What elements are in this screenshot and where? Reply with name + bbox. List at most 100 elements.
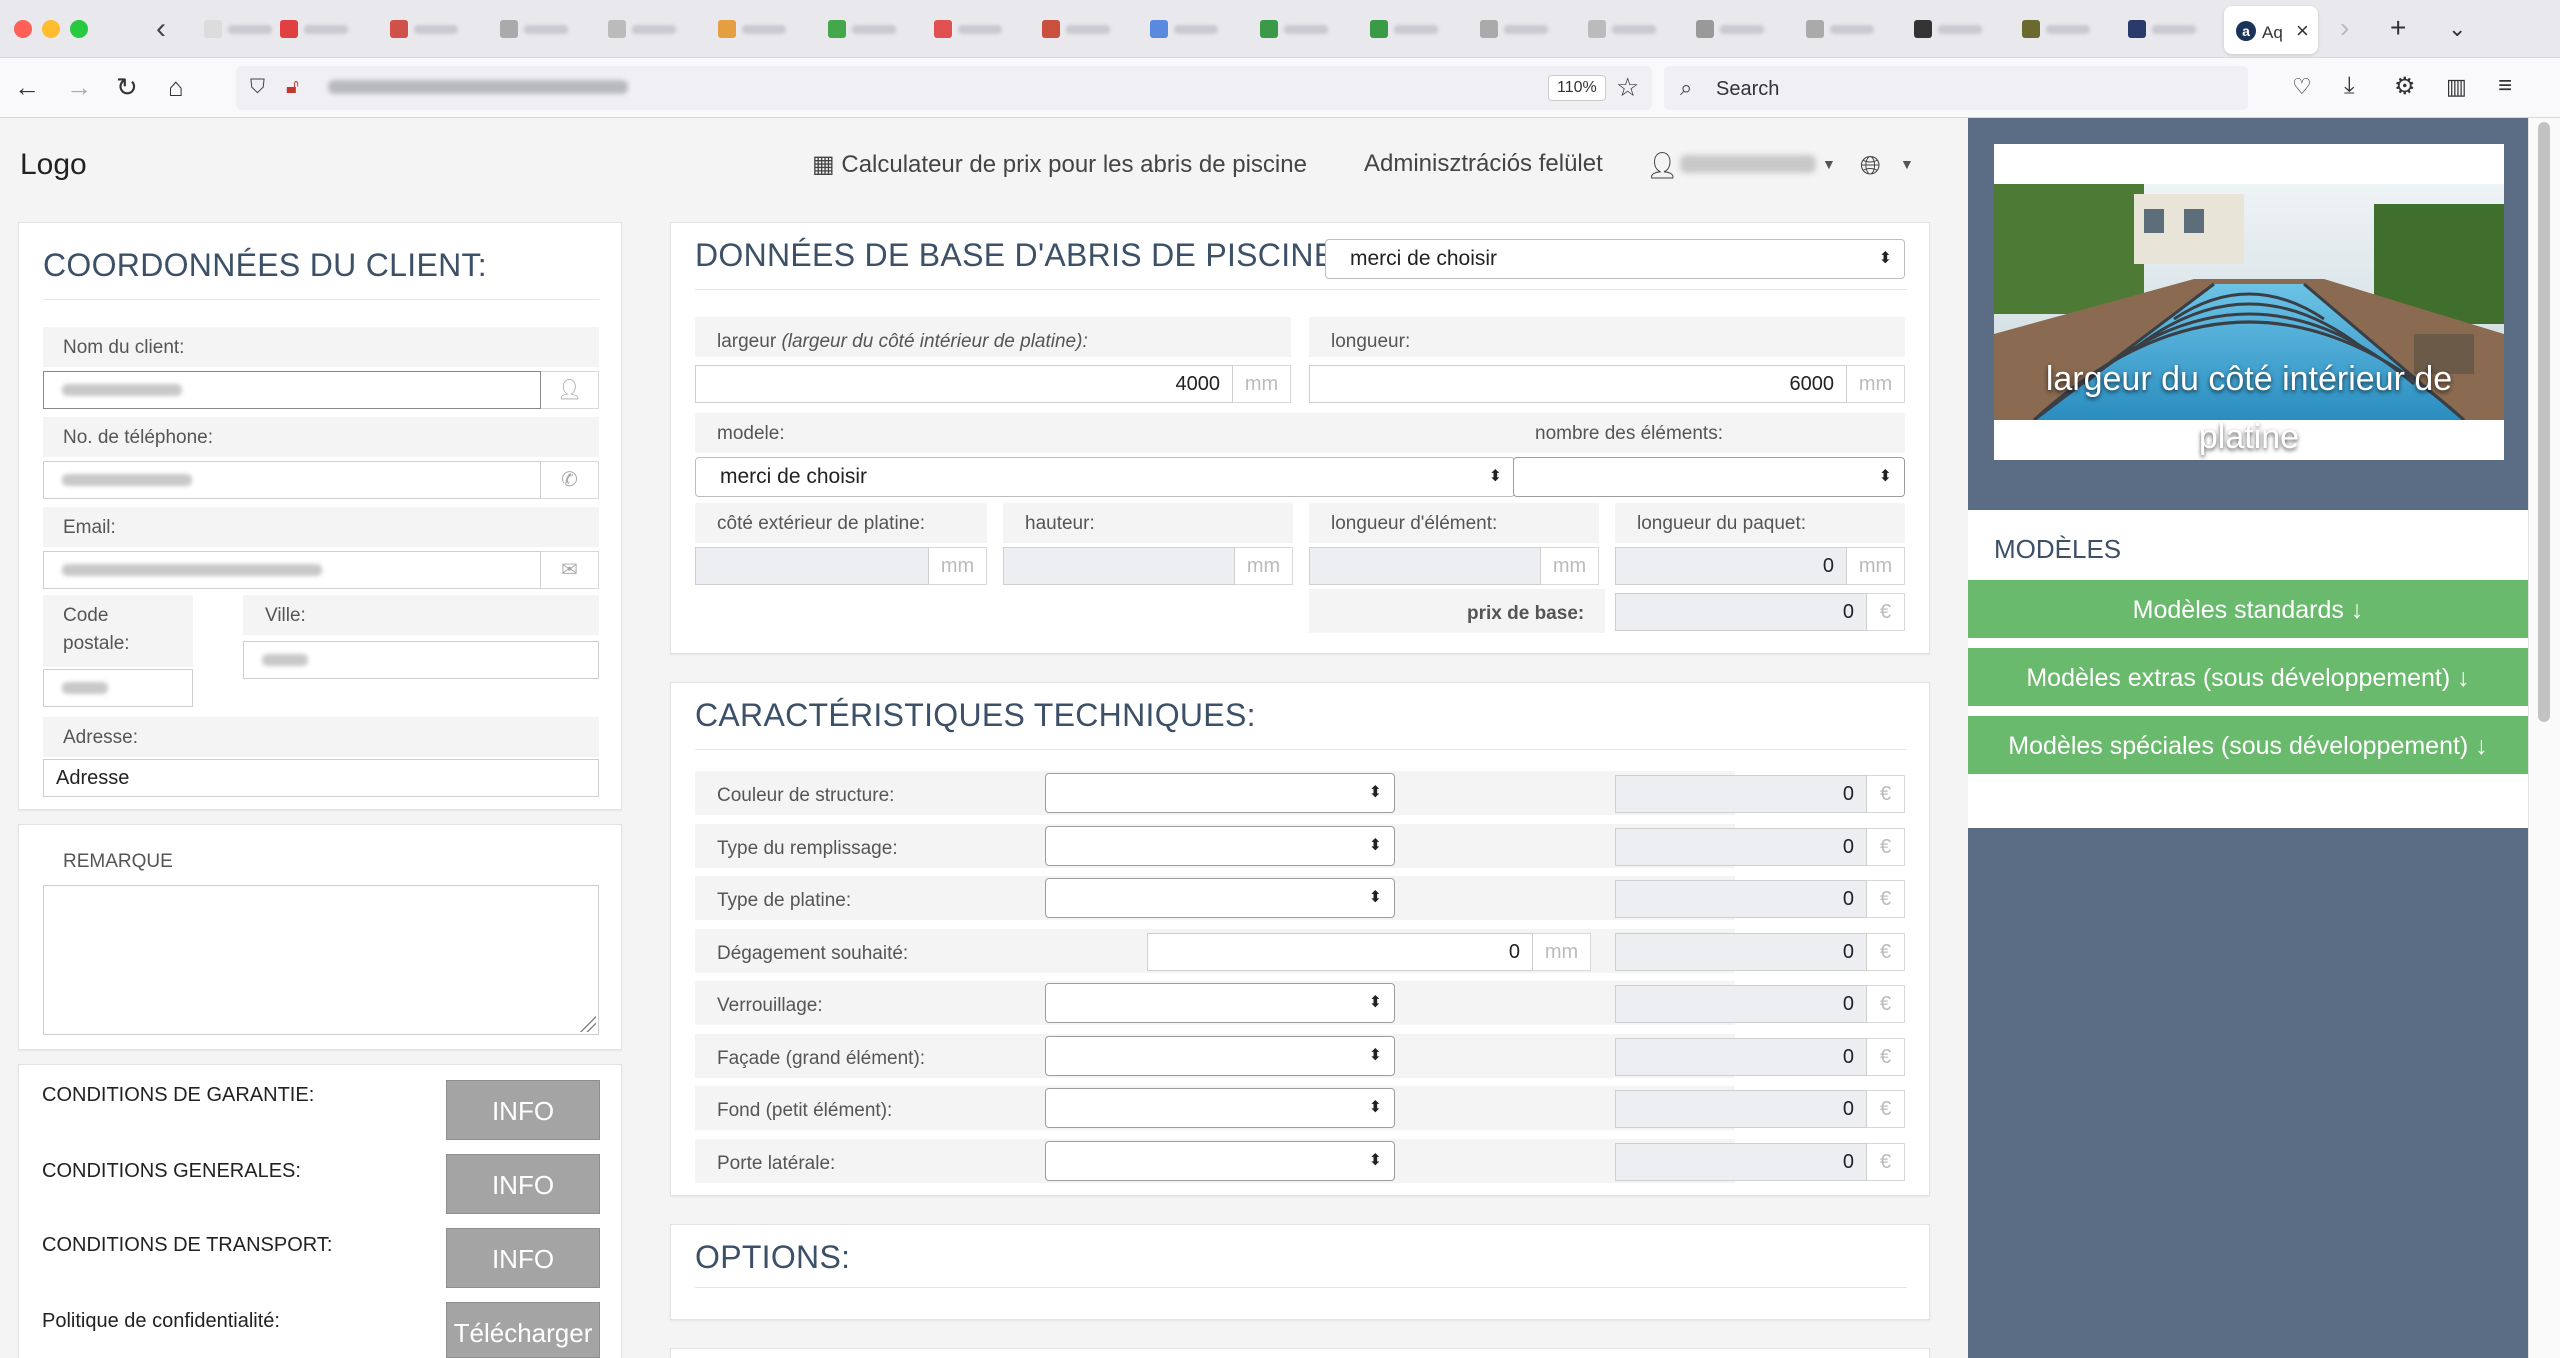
phone-icon: ✆ [541, 461, 599, 499]
browser-tab[interactable] [820, 12, 916, 46]
browser-tab[interactable] [710, 12, 806, 46]
browser-tab[interactable] [1688, 12, 1784, 46]
tab-scroll-right-icon[interactable]: › [2340, 12, 2349, 44]
address-input[interactable]: Adresse [43, 759, 599, 797]
tech-row-select[interactable]: ⬍ [1045, 878, 1395, 918]
extra-models-button[interactable]: Modèles extras (sous développement) ↓ [1968, 648, 2528, 708]
length-input[interactable]: 6000 [1309, 365, 1847, 403]
browser-tab[interactable] [1034, 12, 1130, 46]
standard-models-button[interactable]: Modèles standards ↓ [1968, 580, 2528, 640]
page-scrollbar[interactable] [2528, 118, 2560, 1358]
base-type-select[interactable]: merci de choisir ⬍ [1325, 239, 1905, 279]
warranty-info-button[interactable]: INFO [446, 1080, 600, 1140]
elements-label: nombre des éléments: [1535, 423, 1723, 444]
remark-textarea[interactable] [43, 885, 599, 1035]
tech-row-price: 0 [1615, 1142, 1867, 1181]
home-icon[interactable]: ⌂ [168, 72, 184, 103]
lock-warning-icon[interactable]: 🔓︎ [286, 76, 299, 99]
close-tab-icon[interactable]: × [2296, 18, 2309, 44]
downloads-icon[interactable]: ⤓ [2344, 72, 2355, 100]
image-caption: largeur du côté intérieur de platine [2045, 360, 2453, 456]
bookmark-star-icon[interactable]: ☆ [1616, 72, 1639, 103]
browser-search-box[interactable]: ⌕ Search [1664, 66, 2248, 110]
browser-tab[interactable] [492, 12, 588, 46]
browser-tab[interactable] [1252, 12, 1348, 46]
globe-language-icon[interactable]: 🌐︎ [1860, 150, 1881, 182]
language-caret-icon[interactable]: ▼ [1900, 156, 1914, 172]
width-input[interactable]: 4000 [695, 365, 1233, 403]
back-arrow-icon[interactable]: ← [14, 72, 40, 103]
width-unit: mm [1233, 365, 1291, 403]
nav-calculator-link[interactable]: ▦ Calculateur de prix pour les abris de … [812, 150, 1307, 179]
browser-tab[interactable] [926, 12, 1022, 46]
general-conditions-label: CONDITIONS GENERALES: [42, 1160, 301, 1182]
privacy-download-button[interactable]: Télécharger [446, 1302, 600, 1358]
close-window-button[interactable] [14, 20, 32, 38]
user-icon[interactable]: 👤︎ [1646, 150, 1679, 181]
model-select[interactable]: merci de choisir ⬍ [695, 457, 1515, 497]
pocket-icon[interactable]: ♡ [2292, 74, 2312, 100]
hamburger-menu-icon[interactable]: ≡ [2498, 72, 2512, 100]
height-unit: mm [1235, 547, 1293, 585]
tech-row-select[interactable]: ⬍ [1045, 773, 1395, 813]
browser-tab[interactable] [2014, 12, 2110, 46]
package-length-input: 0 [1615, 547, 1847, 585]
browser-tab[interactable] [272, 12, 368, 46]
tab-list-chevron-down-icon[interactable]: ⌄ [2448, 16, 2466, 42]
phone-input[interactable] [43, 461, 541, 499]
user-menu-caret-icon[interactable]: ▼ [1822, 156, 1836, 172]
browser-tab[interactable] [1142, 12, 1238, 46]
browser-tab[interactable] [382, 12, 478, 46]
new-tab-icon[interactable]: + [2390, 12, 2406, 44]
site-logo[interactable]: Logo [20, 148, 87, 182]
special-models-button[interactable]: Modèles spéciales (sous développement) ↓ [1968, 716, 2528, 776]
tech-panel: CARACTÉRISTIQUES TECHNIQUES: Couleur de … [670, 682, 1930, 1196]
tech-row-price: 0 [1615, 932, 1867, 971]
browser-tab[interactable] [1798, 12, 1894, 46]
tab-scroll-left-icon[interactable]: ‹ [156, 12, 166, 46]
active-browser-tab[interactable]: a Aq × [2224, 6, 2318, 54]
element-length-label: longueur d'élément: [1331, 513, 1498, 534]
scrollbar-thumb[interactable] [2538, 122, 2550, 722]
select-arrows-icon: ⬍ [1368, 889, 1382, 906]
search-placeholder: Search [1716, 78, 1780, 100]
city-input[interactable] [243, 641, 599, 679]
tech-row-price-unit: € [1867, 827, 1905, 866]
browser-nav-bar: ← → ↻ ⌂ ⛉ 🔓︎ 110% ☆ ⌕ Search ♡ ⤓ ⚙ ▥ ≡ [0, 58, 2560, 118]
reload-icon[interactable]: ↻ [116, 72, 138, 103]
tech-row-select[interactable]: ⬍ [1045, 1035, 1395, 1076]
clearance-input[interactable]: 0 [1147, 932, 1533, 971]
nav-admin-link[interactable]: Adminisztrációs felület [1364, 150, 1603, 178]
models-box: MODÈLES Modèles standards ↓ Modèles extr… [1968, 510, 2528, 828]
zip-input[interactable] [43, 669, 193, 707]
transport-info-button[interactable]: INFO [446, 1228, 600, 1288]
phone-label: No. de téléphone: [63, 427, 214, 448]
resize-grip-icon[interactable] [580, 1016, 596, 1032]
zoom-level-badge[interactable]: 110% [1548, 75, 1606, 101]
url-bar[interactable]: ⛉ 🔓︎ 110% ☆ [236, 66, 1652, 110]
client-name-input[interactable] [43, 371, 541, 409]
shield-icon[interactable]: ⛉ [250, 76, 265, 99]
tech-row-select[interactable]: ⬍ [1045, 1088, 1395, 1128]
tech-row-select[interactable]: ⬍ [1045, 1140, 1395, 1181]
tech-panel-title: CARACTÉRISTIQUES TECHNIQUES: [695, 697, 1256, 733]
tech-row-select[interactable]: ⬍ [1045, 983, 1395, 1023]
browser-tab[interactable] [1362, 12, 1458, 46]
browser-tab[interactable] [1472, 12, 1568, 46]
browser-tab[interactable] [1580, 12, 1676, 46]
zoom-window-button[interactable] [70, 20, 88, 38]
select-arrows-icon: ⬍ [1368, 1151, 1382, 1169]
reader-view-icon[interactable]: ▥ [2446, 74, 2467, 100]
browser-tab[interactable] [2120, 12, 2216, 46]
browser-tab[interactable] [600, 12, 696, 46]
elements-select[interactable]: ⬍ [1513, 457, 1905, 497]
general-info-button[interactable]: INFO [446, 1154, 600, 1214]
select-arrows-icon: ⬍ [1488, 468, 1502, 485]
minimize-window-button[interactable] [42, 20, 60, 38]
tech-row-select[interactable]: ⬍ [1045, 825, 1395, 866]
forward-arrow-icon[interactable]: → [66, 72, 92, 103]
browser-tab[interactable] [1906, 12, 2002, 46]
user-name-blurred[interactable] [1680, 155, 1816, 173]
email-input[interactable] [43, 551, 541, 589]
settings-gear-icon[interactable]: ⚙ [2394, 72, 2416, 101]
